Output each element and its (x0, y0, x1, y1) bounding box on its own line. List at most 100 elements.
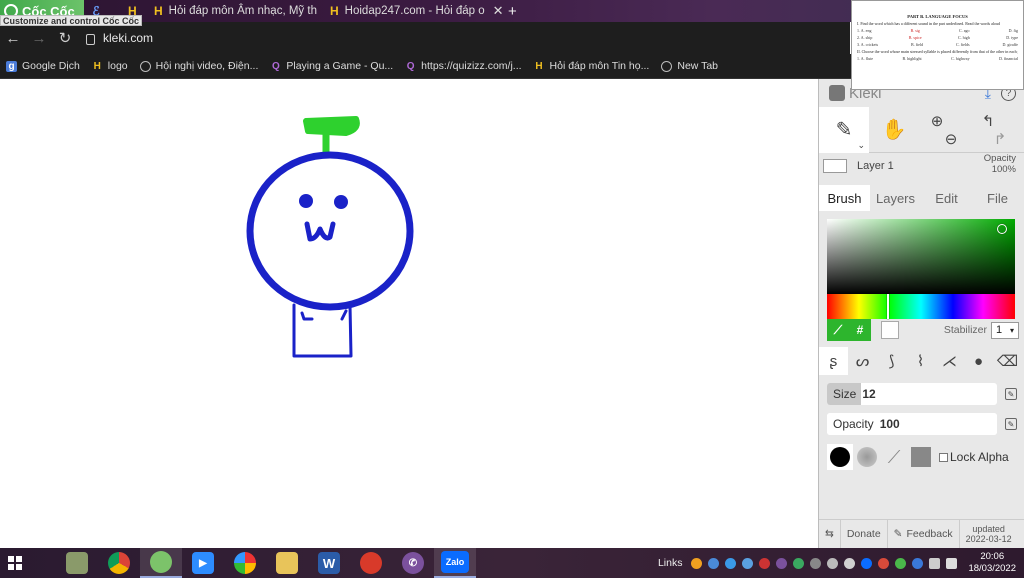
feedback-link[interactable]: ✎ Feedback (888, 519, 960, 549)
chemy-brush-button[interactable]: ⋌ (935, 347, 964, 375)
network-icon[interactable] (929, 557, 941, 569)
zoom-in-icon[interactable]: ⊕ (931, 112, 944, 130)
chrome-icon (108, 552, 130, 574)
doc-cell: 2. A. ship (857, 35, 873, 40)
drawing-canvas[interactable] (0, 79, 818, 548)
doc-row: 3. A. crickets B. field C. fields D. gir… (857, 42, 1018, 47)
tray-app-icon[interactable] (725, 557, 737, 569)
tab-brush[interactable]: Brush (819, 185, 870, 211)
tray-app-icon[interactable] (691, 557, 703, 569)
zoom-icon: ▶ (192, 552, 214, 574)
swap-panel-button[interactable]: ⇆ (819, 519, 841, 549)
lock-alpha-toggle[interactable]: Lock Alpha (939, 450, 1009, 464)
tray-app-icon[interactable] (810, 557, 822, 569)
close-tab-icon[interactable]: ✕ (493, 3, 502, 19)
lock-alpha-checkbox[interactable] (939, 452, 948, 462)
stabilizer-select[interactable]: 1 ▾ (991, 321, 1019, 339)
secondary-color-swatch[interactable] (881, 321, 899, 339)
bookmark-google-dich[interactable]: g Google Dịch (6, 60, 80, 72)
tab-layers[interactable]: Layers (870, 185, 921, 211)
taskbar-app-zalo[interactable]: Zalo (434, 548, 476, 578)
quizizz-icon: Q (406, 60, 415, 72)
tray-app-icon[interactable] (708, 557, 720, 569)
hard-round-shape[interactable] (827, 444, 853, 470)
taskbar-app-word[interactable]: W (308, 548, 350, 578)
eraser-button[interactable]: ⌫ (993, 347, 1022, 375)
browser-menu-button[interactable]: Cốc Cốc Customize and control Cốc Cốc (0, 0, 143, 26)
undo-icon[interactable]: ↰ (982, 112, 995, 130)
bookmark-hoidap-tin-hoc[interactable]: H Hỏi đáp môn Tin họ... (534, 60, 649, 72)
browser-menu-tooltip: Customize and control Cốc Cốc (0, 15, 143, 26)
taskbar-app-files[interactable] (266, 548, 308, 578)
bookmark-hoi-nghi-video[interactable]: Hội nghị video, Điện... (139, 60, 259, 72)
taskbar-app-viber[interactable]: ✆ (392, 548, 434, 578)
tray-app-icon[interactable] (793, 557, 805, 569)
brush-tool-button[interactable]: ✎ ⌄ (819, 106, 869, 153)
clock-date: 18/03/2022 (968, 563, 1016, 574)
saturation-value-picker[interactable] (827, 219, 1015, 294)
redo-icon[interactable]: ↱ (994, 130, 1007, 148)
tray-app-icon[interactable] (759, 557, 771, 569)
smudge-brush-button[interactable]: ● (964, 347, 993, 375)
tab-file[interactable]: File (972, 185, 1023, 211)
taskbar-app-red[interactable] (350, 548, 392, 578)
hue-slider[interactable] (827, 294, 1015, 319)
donate-link[interactable]: Donate (841, 519, 888, 549)
taskbar-app-zoom[interactable]: ▶ (182, 548, 224, 578)
bookmark-playing-game[interactable]: Q Playing a Game - Qu... (270, 60, 393, 72)
lock-alpha-label: Lock Alpha (950, 450, 1009, 464)
opacity-value: 100 (879, 417, 900, 431)
smudge-brush-icon: ● (973, 352, 984, 370)
url-text: kleki.com (103, 31, 154, 45)
taskbar-app-picasa[interactable] (224, 548, 266, 578)
new-tab-button[interactable]: + (508, 3, 517, 20)
tray-app-icon[interactable] (844, 557, 856, 569)
opacity-edit-icon[interactable]: ✎ (1005, 418, 1017, 430)
size-edit-icon[interactable]: ✎ (1005, 388, 1017, 400)
volume-icon[interactable] (946, 557, 958, 569)
hex-input-button[interactable]: # (849, 319, 871, 341)
chisel-shape[interactable]: ⟋ (881, 444, 907, 470)
pixel-brush-button[interactable]: ⌇ (906, 347, 935, 375)
tray-app-icon[interactable] (861, 557, 873, 569)
tab-hoidap247[interactable]: H Hoidap247.com - Hỏi đáp o ✕ (324, 0, 502, 22)
tray-app-icon[interactable] (895, 557, 907, 569)
taskbar-app-chrome[interactable] (98, 548, 140, 578)
soft-round-shape[interactable] (854, 444, 880, 470)
clock[interactable]: 20:06 18/03/2022 (968, 551, 1016, 575)
tab-hoidap-music[interactable]: H Hỏi đáp môn Âm nhạc, Mỹ th ✕ (148, 0, 324, 22)
bookmark-label: Hội nghị video, Điện... (155, 60, 259, 72)
bookmark-new-tab[interactable]: New Tab (661, 60, 718, 72)
color-picker-handle[interactable] (997, 224, 1007, 234)
tray-app-icon[interactable] (878, 557, 890, 569)
updated-info[interactable]: updated 2022-03-12 (960, 524, 1012, 544)
current-layer[interactable]: Layer 1 Opacity 100% (819, 153, 1024, 179)
url-field[interactable]: kleki.com (86, 31, 153, 45)
bookmark-quizizz[interactable]: Q https://quizizz.com/j... (405, 60, 522, 72)
tray-app-icon[interactable] (742, 557, 754, 569)
links-label[interactable]: Links (658, 557, 683, 569)
tray-app-icon[interactable] (827, 557, 839, 569)
doc-row: 2. A. ship B. spice C. high D. type (857, 35, 1018, 40)
hand-tool-button[interactable]: ✋ (869, 107, 919, 153)
hue-handle[interactable] (887, 294, 889, 319)
pen-brush-button[interactable]: ʂ (819, 347, 848, 375)
start-button[interactable] (0, 548, 30, 578)
size-slider[interactable]: Size 12 (827, 383, 997, 405)
eyedropper-button[interactable]: ⟋ (827, 319, 849, 341)
taskbar-app-photos[interactable] (56, 548, 98, 578)
zoom-out-icon[interactable]: ⊖ (945, 130, 958, 148)
tray-app-icon[interactable] (912, 557, 924, 569)
panel-footer: ⇆ Donate ✎ Feedback updated 2022-03-12 (819, 519, 1024, 549)
layer-opacity-value: 100% (991, 164, 1016, 175)
tray-app-icon[interactable] (776, 557, 788, 569)
tab-edit[interactable]: Edit (921, 185, 972, 211)
taskbar-app-coccoc[interactable] (140, 548, 182, 578)
blend-brush-button[interactable]: ᔕ (848, 347, 877, 375)
bookmark-logo[interactable]: H logo (92, 60, 128, 72)
windows-taskbar: ▶ W ✆ Zalo Links 20:06 18/03/2022 (0, 548, 1024, 578)
sketchy-brush-button[interactable]: ⟆ (877, 347, 906, 375)
opacity-slider[interactable]: Opacity 100 (827, 413, 997, 435)
square-shape[interactable] (908, 444, 934, 470)
doc-cell: C. highway (951, 56, 970, 61)
